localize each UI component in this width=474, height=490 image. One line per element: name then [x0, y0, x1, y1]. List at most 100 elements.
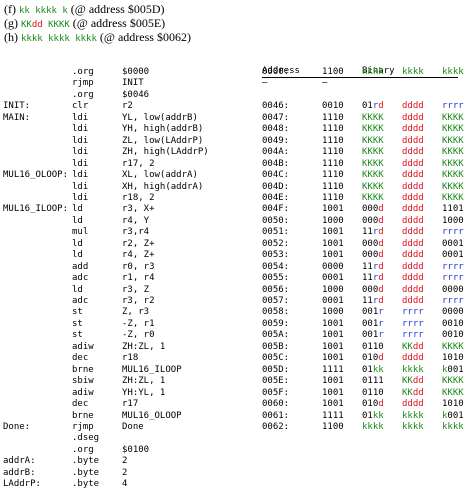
- binary-bits: rrrr: [442, 273, 464, 284]
- code-operands: INIT: [122, 78, 144, 89]
- binary-bits: KK: [402, 387, 413, 398]
- binary-nibble: dddd: [402, 216, 424, 227]
- binary-bits: 001: [362, 307, 379, 318]
- binary-bits: dddd: [402, 147, 424, 158]
- binary-bits: dddd: [402, 135, 424, 146]
- code-label: LAddrP:: [3, 479, 41, 490]
- binary-nibble: rrrr: [442, 101, 464, 112]
- code-operands: -Z, r1: [122, 318, 155, 329]
- listing-row: ldi r17, 2 004B: 1110 KKKK dddd KKKK: [0, 159, 474, 170]
- code-operands: XL, low(addrA): [122, 170, 198, 181]
- binary-bits: d: [378, 204, 384, 215]
- binary-nibble: KKKK: [362, 147, 384, 158]
- listing-row: MUL16_ILOOP: ld r3, X+ 004F: 1001 000d dddd 110…: [0, 204, 474, 215]
- binary-nibble: KKKK: [362, 113, 384, 124]
- binary-bits: 11: [362, 273, 373, 284]
- row-address: 0055:: [262, 273, 290, 284]
- listing-row: dec r17 0060: 1001 010d dddd 1010: [0, 399, 474, 410]
- binary-nibble: KKKK: [362, 124, 384, 135]
- listing-row: MAIN: ldi YL, low(addrB) 0047: 1110 KKKK dddd K…: [0, 113, 474, 124]
- binary-bits: 1000: [322, 215, 344, 226]
- code-mnemonic: adiw: [72, 387, 94, 398]
- row-address: 0061:: [262, 410, 290, 421]
- binary-bits: dddd: [402, 215, 424, 226]
- binary-bits: KKKK: [362, 158, 384, 169]
- binary-bits: KKKK: [442, 147, 464, 158]
- code-mnemonic: .byte: [72, 456, 100, 467]
- code-operands: YH:YL, 1: [122, 387, 166, 398]
- code-operands: r3,r4: [122, 227, 150, 238]
- binary-nibble: dddd: [402, 182, 424, 193]
- binary-nibble: 0010: [442, 319, 464, 330]
- binary-nibble: rrrr: [402, 307, 424, 318]
- binary-bits: dddd: [402, 261, 424, 272]
- row-address: 0058:: [262, 307, 290, 318]
- listing-row: ld r4, Z+ 0053: 1001 000d dddd 0001: [0, 250, 474, 261]
- binary-bits: dddd: [402, 238, 424, 249]
- binary-bits: 1001: [322, 353, 344, 364]
- binary-bits: kkkk: [362, 421, 384, 432]
- binary-bits: 1000: [322, 284, 344, 295]
- code-mnemonic: ldi: [72, 192, 89, 203]
- code-mnemonic: brne: [72, 364, 94, 375]
- binary-nibble: 000d: [362, 204, 384, 215]
- binary-bits: 1001: [322, 376, 344, 387]
- code-mnemonic: rjmp: [72, 78, 94, 89]
- binary-nibble: 1000: [322, 307, 344, 318]
- code-operands: ZH:ZL, 1: [122, 376, 166, 387]
- binary-bits: dddd: [402, 204, 424, 215]
- binary-bits: dd: [412, 376, 424, 387]
- code-mnemonic: dec: [72, 353, 89, 364]
- binary-nibble: KKKK: [442, 159, 464, 170]
- binary-bits: 11: [362, 296, 373, 306]
- binary-bits: 1111: [322, 410, 344, 421]
- binary-bits: dddd: [402, 284, 424, 295]
- binary-nibble: kkkk: [362, 67, 384, 78]
- binary-bits: 0110: [362, 341, 384, 352]
- binary-nibble: KKKK: [442, 182, 464, 193]
- binary-nibble: dddd: [402, 227, 424, 238]
- binary-bits: 1001: [322, 250, 344, 261]
- code-operands: XH, high(addrA): [122, 181, 204, 192]
- binary-bits: 1100: [322, 67, 344, 77]
- binary-bits: d: [378, 250, 384, 261]
- binary-bits: 1000: [442, 215, 464, 226]
- binary-bits: 01: [362, 410, 373, 421]
- binary-nibble: 010d: [362, 399, 384, 410]
- code-label: INIT:: [3, 101, 31, 112]
- binary-nibble: 11rd: [362, 273, 384, 284]
- binary-nibble: dddd: [402, 399, 424, 410]
- binary-bits: kk: [372, 364, 384, 375]
- binary-nibble: 01kk: [362, 411, 384, 422]
- binary-nibble: rrrr: [442, 262, 464, 273]
- code-mnemonic: adc: [72, 273, 89, 284]
- row-address: 005B:: [262, 341, 290, 352]
- binary-nibble: dddd: [402, 296, 424, 307]
- binary-bits: 01: [362, 101, 373, 112]
- binary-nibble: 000d: [362, 239, 384, 250]
- code-mnemonic: ld: [72, 215, 83, 226]
- binary-nibble: rrrr: [442, 273, 464, 284]
- binary-nibble: 1100: [322, 67, 344, 78]
- row-address: 0054:: [262, 261, 290, 272]
- binary-bits: dddd: [402, 170, 424, 181]
- binary-bits: 000: [362, 238, 379, 249]
- binary-nibble: 1001: [322, 388, 344, 399]
- binary-nibble: rrrr: [442, 296, 464, 307]
- binary-nibble: 0010: [442, 330, 464, 341]
- code-mnemonic: adc: [72, 296, 89, 306]
- binary-nibble: dddd: [402, 136, 424, 147]
- binary-nibble: k001: [442, 411, 464, 422]
- binary-bits: 1001: [322, 330, 344, 341]
- code-mnemonic: dec: [72, 399, 89, 410]
- binary-bits: 001: [447, 364, 464, 375]
- binary-bits: 0000: [322, 261, 344, 272]
- listing-row: brne MUL16_OLOOP 0061: 1111 01kk kkkk k001: [0, 411, 474, 422]
- binary-nibble: KKKK: [442, 342, 464, 353]
- listing-row: ld r2, Z+ 0052: 1001 000d dddd 0001: [0, 239, 474, 250]
- code-mnemonic: ldi: [72, 181, 89, 192]
- binary-nibble: 1110: [322, 182, 344, 193]
- binary-bits: d: [378, 238, 384, 249]
- listing-row: Done: rjmp Done 0062: 1100 kkkk kkkk kkkk: [0, 422, 474, 433]
- row-address: 005C:: [262, 353, 290, 364]
